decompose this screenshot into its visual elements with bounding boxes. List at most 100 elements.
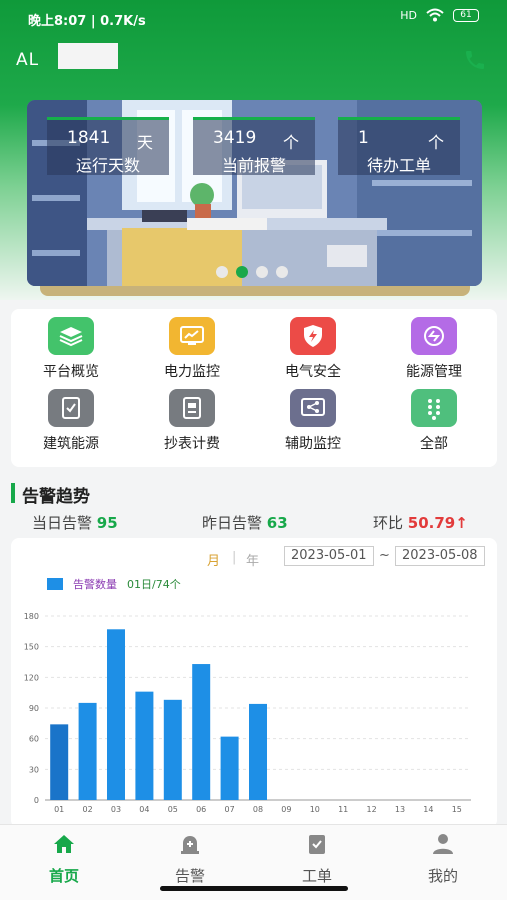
- stat-unit: 个: [427, 133, 444, 152]
- nav-alarm[interactable]: 告警: [150, 833, 230, 886]
- bar: [107, 629, 125, 800]
- stat-pending-orders[interactable]: 1 个 待办工单: [338, 117, 460, 175]
- func-meter-billing[interactable]: 抄表计费: [142, 389, 242, 453]
- phone-icon[interactable]: [463, 48, 487, 72]
- y-tick-label: 30: [29, 765, 39, 774]
- alarm-bar-chart: 0 30 60 90 120 150 180 01 02 03 04 05 06 07 08 09 10 11 12…: [24, 612, 471, 814]
- nav-label: 首页: [48, 867, 79, 885]
- status-bar: 晚上8:07 | 0.7K/s HD 61: [0, 0, 507, 34]
- func-label: 辅助监控: [285, 436, 341, 452]
- shield-bolt-icon: [290, 317, 336, 355]
- stat-value: 3419: [213, 128, 257, 148]
- yesterday-value: 63: [266, 514, 288, 532]
- func-label: 电气安全: [285, 364, 341, 380]
- user-icon: [433, 834, 453, 854]
- stat-value: 1: [358, 128, 369, 148]
- func-label: 建筑能源: [43, 436, 99, 452]
- signal-label: HD: [400, 8, 417, 22]
- x-tick-label: 11: [338, 805, 348, 814]
- y-tick-label: 0: [34, 796, 39, 805]
- nav-label: 工单: [301, 867, 332, 885]
- func-label: 抄表计费: [164, 436, 220, 452]
- carousel-dots: [216, 266, 288, 278]
- stat-unit: 天: [136, 133, 153, 152]
- x-tick-label: 07: [225, 805, 235, 814]
- x-tick-label: 01: [54, 805, 64, 814]
- carousel-dot[interactable]: [256, 266, 268, 278]
- user-name: AL: [16, 50, 40, 70]
- stat-unit: 个: [282, 133, 299, 152]
- y-tick-label: 60: [29, 735, 39, 744]
- yesterday-label: 昨日告警: [202, 514, 263, 532]
- bar: [192, 664, 211, 800]
- nav-home[interactable]: 首页: [24, 833, 104, 886]
- share-icon: [290, 389, 336, 427]
- layers-icon: [48, 317, 94, 355]
- today-alarms: 当日告警 95: [32, 512, 118, 533]
- stat-current-alarms[interactable]: 3419 个 当前报警: [193, 117, 315, 175]
- status-icons: HD 61: [400, 8, 479, 22]
- func-label: 平台概览: [43, 364, 99, 380]
- x-tick-label: 15: [452, 805, 462, 814]
- func-platform-overview[interactable]: 平台概览: [21, 317, 121, 381]
- y-tick-label: 180: [24, 612, 39, 621]
- x-tick-label: 06: [196, 805, 206, 814]
- today-label: 当日告警: [32, 514, 93, 532]
- stat-running-days[interactable]: 1841 天 运行天数: [47, 117, 169, 175]
- meter-icon: [169, 389, 215, 427]
- x-tick-label: 10: [310, 805, 320, 814]
- alarm-summary: 当日告警 95 昨日告警 63 环比 50.79↑: [0, 512, 507, 536]
- energy-cycle-icon: [411, 317, 457, 355]
- today-value: 95: [96, 514, 118, 532]
- keypad-icon: [411, 389, 457, 427]
- yesterday-alarms: 昨日告警 63: [202, 512, 288, 533]
- func-label: 电力监控: [164, 364, 220, 380]
- bar: [50, 724, 69, 800]
- section-accent: [11, 483, 15, 503]
- carousel-dot-active[interactable]: [236, 266, 248, 278]
- redacted-name: [58, 43, 118, 69]
- x-tick-label: 05: [168, 805, 178, 814]
- battery-icon: 61: [453, 8, 479, 22]
- x-tick-label: 14: [423, 805, 433, 814]
- bar: [78, 702, 97, 800]
- func-electrical-safety[interactable]: 电气安全: [263, 317, 363, 381]
- nav-profile[interactable]: 我的: [403, 833, 483, 886]
- func-label: 全部: [420, 436, 448, 452]
- ratio: 环比 50.79↑: [373, 512, 468, 533]
- x-tick-label: 12: [367, 805, 377, 814]
- home-indicator: [160, 886, 348, 891]
- bar: [220, 736, 239, 800]
- ratio-value: 50.79↑: [407, 514, 468, 532]
- stat-value: 1841: [67, 128, 111, 148]
- nav-work-order[interactable]: 工单: [277, 833, 357, 886]
- x-tick-label: 08: [253, 805, 263, 814]
- monitor-chart-icon: [169, 317, 215, 355]
- nav-label: 告警: [174, 867, 205, 885]
- y-tick-label: 90: [29, 704, 39, 713]
- function-grid: 平台概览 电力监控 电气安全 能源管理 建筑能源 抄表计费 辅助监控 全部: [11, 309, 497, 467]
- tablet-check-icon: [48, 389, 94, 427]
- stat-label: 当前报警: [221, 156, 286, 175]
- carousel-dot[interactable]: [216, 266, 228, 278]
- func-building-energy[interactable]: 建筑能源: [21, 389, 121, 453]
- func-all[interactable]: 全部: [384, 389, 484, 453]
- nav-label: 我的: [427, 867, 458, 885]
- carousel-dot[interactable]: [276, 266, 288, 278]
- func-power-monitoring[interactable]: 电力监控: [142, 317, 242, 381]
- bar: [163, 699, 182, 800]
- alarm-chart-card: 月 | 年 2023-05-01 ~ 2023-05-08 告警数量 01日/7…: [11, 538, 497, 828]
- x-tick-label: 04: [139, 805, 149, 814]
- status-time: 晚上8:07 | 0.7K/s: [28, 14, 146, 29]
- stat-label: 待办工单: [366, 156, 431, 175]
- func-auxiliary-monitoring[interactable]: 辅助监控: [263, 389, 363, 453]
- func-label: 能源管理: [406, 364, 462, 380]
- x-tick-label: 02: [83, 805, 93, 814]
- banner-carousel[interactable]: 1841 天 运行天数 3419 个 当前报警 1 个 待办工单: [27, 100, 482, 286]
- wifi-icon: [426, 8, 444, 22]
- ratio-label: 环比: [373, 514, 404, 532]
- x-tick-label: 09: [281, 805, 291, 814]
- y-tick-label: 120: [24, 673, 39, 682]
- x-tick-label: 13: [395, 805, 405, 814]
- func-energy-management[interactable]: 能源管理: [384, 317, 484, 381]
